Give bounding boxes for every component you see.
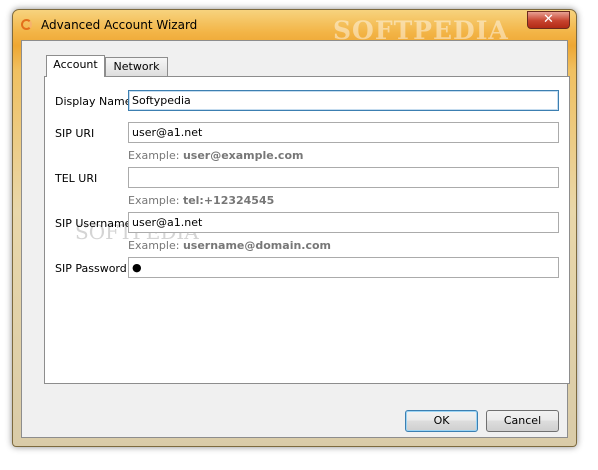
window-title: Advanced Account Wizard — [41, 18, 198, 32]
cancel-button[interactable]: Cancel — [486, 410, 559, 432]
sip-username-input[interactable]: user@a1.net — [128, 212, 559, 233]
sip-username-label: SIP Username — [55, 217, 132, 230]
ok-button[interactable]: OK — [405, 410, 478, 432]
tel-uri-example: Example: tel:+12324545 — [128, 194, 275, 207]
sip-password-label: SIP Password — [55, 262, 127, 275]
tel-uri-label: TEL URI — [55, 172, 98, 185]
sip-password-input[interactable]: ● — [128, 257, 559, 278]
title-bar[interactable]: Advanced Account Wizard SOFTPEDIA ✕ — [13, 10, 576, 45]
close-button[interactable]: ✕ — [527, 11, 570, 29]
sip-uri-example: Example: user@example.com — [128, 149, 304, 162]
tab-account[interactable]: Account — [46, 55, 105, 77]
wizard-window: Advanced Account Wizard SOFTPEDIA ✕ Acco… — [12, 9, 577, 447]
sip-uri-label: SIP URI — [55, 127, 95, 140]
sip-uri-input[interactable]: user@a1.net — [128, 122, 559, 143]
dialog-client-area: Account Network Display Name Softypedia … — [21, 40, 570, 438]
account-panel: Display Name Softypedia SIP URI user@a1.… — [44, 76, 570, 384]
display-name-label: Display Name — [55, 95, 132, 108]
app-logo-icon — [21, 19, 32, 30]
display-name-input[interactable]: Softypedia — [128, 90, 559, 111]
tab-network[interactable]: Network — [105, 57, 168, 77]
tel-uri-input[interactable] — [128, 167, 559, 188]
sip-username-example: Example: username@domain.com — [128, 239, 332, 252]
